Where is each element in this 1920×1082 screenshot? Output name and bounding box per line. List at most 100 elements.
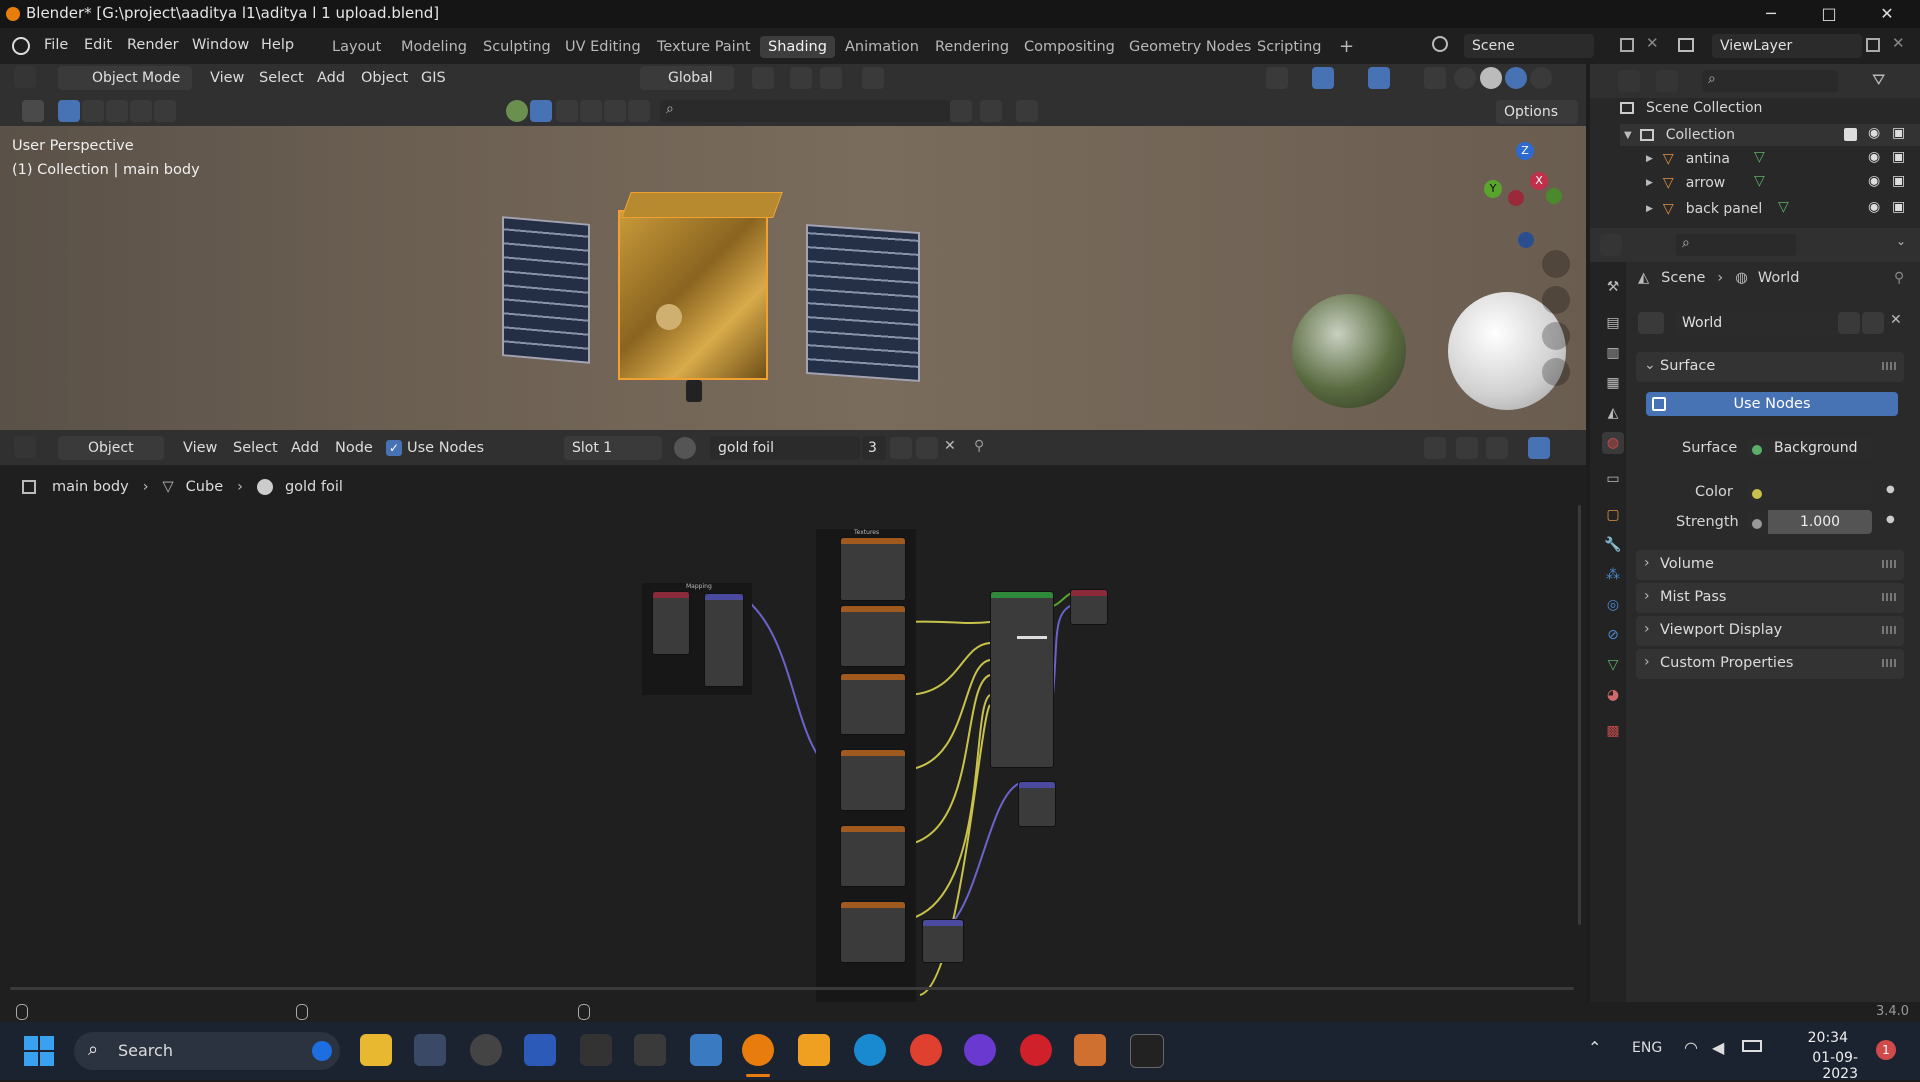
bump-node[interactable] [922,919,964,963]
keyframe-dot-icon[interactable]: ● [1886,484,1895,495]
image-texture-node[interactable] [840,825,906,887]
eye-icon[interactable]: ◉ [1868,199,1880,215]
outliner-display-mode-icon[interactable] [1656,70,1678,92]
tab-texture-paint[interactable]: Texture Paint [649,36,759,58]
app-icon[interactable] [634,1034,666,1066]
chevron-up-icon[interactable]: ⌃ [1588,1038,1601,1057]
gizmo-neg-z[interactable] [1518,232,1534,248]
menu-render[interactable]: Render [127,37,179,53]
new-view-layer-icon[interactable] [1866,38,1880,52]
parent-node-tree-icon[interactable] [1424,437,1446,459]
particles-tab-icon[interactable]: ⁂ [1602,564,1624,586]
gizmo-neg-x[interactable] [1508,190,1524,206]
pin-icon[interactable]: ⚲ [974,438,984,454]
image-texture-node[interactable] [840,749,906,811]
app-icon[interactable] [964,1034,996,1066]
node-overlays-icon[interactable] [1528,437,1550,459]
duplicate-material-icon[interactable] [916,437,938,459]
view-layer-tab-icon[interactable]: ▦ [1602,372,1624,394]
taskbar-search-box[interactable]: ⌕ Search [74,1032,340,1070]
tab-geometry-nodes[interactable]: Geometry Nodes [1121,36,1259,58]
material-browse-icon[interactable] [674,437,696,459]
surface-shader-field[interactable]: Background [1746,436,1872,460]
panel-grip-icon[interactable] [1882,593,1896,601]
world-browse-icon[interactable] [1638,312,1664,334]
select-subtract-icon[interactable] [106,100,128,122]
properties-editor-type-icon[interactable] [1600,234,1622,256]
cloud-storage-icon[interactable] [798,1034,830,1066]
object-mode-dropdown[interactable]: Object Mode [58,66,192,90]
shader-node-editor[interactable]: main body › ▽ Cube › gold foil Mapping T… [0,465,1586,1002]
object-tab-icon[interactable]: ▢ [1602,504,1624,526]
view-layer-field[interactable]: ViewLayer [1712,34,1862,58]
use-nodes-button[interactable]: Use Nodes [1646,392,1898,416]
strength-value-field[interactable]: 1.000 [1768,510,1872,534]
viewport-menu-gis[interactable]: GIS [421,66,446,90]
panel-grip-icon[interactable] [1882,626,1896,634]
ortho-grid-icon[interactable] [1542,358,1570,386]
start-windows-icon[interactable] [24,1036,54,1066]
tab-shading[interactable]: Shading [760,36,835,58]
transform-orientation-dropdown[interactable]: Global [640,66,734,90]
camera-icon[interactable]: ▣ [1892,149,1905,165]
properties-search-input[interactable]: ⌕ [1676,234,1796,256]
rendered-shading-icon[interactable] [1530,67,1552,89]
viewport-menu-view[interactable]: View [210,66,244,90]
overlays-icon[interactable] [1368,67,1390,89]
outliner-item-back-panel[interactable]: ▶ ▽ back panel ▽ ◉ ▣ [1646,198,1920,220]
volume-icon[interactable]: ◀ [1712,1038,1724,1057]
use-nodes-checkbox[interactable]: ✓ [386,440,402,456]
menu-edit[interactable]: Edit [84,37,112,53]
tab-layout[interactable]: Layout [324,36,389,58]
select-intersect-icon[interactable] [154,100,176,122]
image-texture-node[interactable] [840,537,906,601]
add-workspace-button[interactable]: + [1331,33,1362,60]
outliner-editor-type-icon[interactable] [1618,70,1640,92]
filter-camera-icon[interactable] [628,100,650,122]
pan-hand-icon[interactable] [1542,286,1570,314]
main-body-selected[interactable] [618,210,768,380]
tool-tab-icon[interactable]: ⚒ [1602,276,1624,298]
davinci-resolve-icon[interactable] [580,1034,612,1066]
image-texture-node[interactable] [840,673,906,735]
terminal-icon[interactable] [1130,1034,1164,1068]
blender-menu-icon[interactable] [12,37,30,55]
node-menu-node[interactable]: Node [335,436,373,460]
clock-time[interactable]: 20:34 [1784,1030,1848,1046]
tab-sculpting[interactable]: Sculpting [475,36,559,58]
select-new-icon[interactable] [58,100,80,122]
image-texture-node[interactable] [840,605,906,667]
filter-material-icon[interactable] [556,100,578,122]
maximize-button[interactable]: □ [1806,0,1852,28]
shader-type-dropdown[interactable]: Object [58,436,164,460]
scene-name-field[interactable]: Scene [1464,34,1594,58]
viewport-menu-add[interactable]: Add [317,66,345,90]
panel-grip-icon[interactable] [1882,560,1896,568]
eye-icon[interactable]: ◉ [1868,149,1880,165]
view-layer-icon[interactable] [1678,38,1694,52]
remove-scene-icon[interactable]: ✕ [1646,34,1659,52]
menu-help[interactable]: Help [261,37,294,53]
node-editor-type-icon[interactable] [14,436,36,458]
keyframe-dot-icon[interactable]: ● [1886,514,1895,525]
image-texture-node[interactable] [840,901,906,963]
snap-target-icon[interactable] [820,67,842,89]
options-dropdown[interactable]: Options [1496,100,1578,124]
panel-grip-icon[interactable] [1882,362,1896,370]
select-tool-icon[interactable] [22,100,44,122]
notification-badge[interactable]: 1 [1876,1040,1896,1060]
vertical-scrollbar[interactable] [1578,505,1581,925]
output-tab-icon[interactable]: ▥ [1602,342,1624,364]
physics-tab-icon[interactable]: ◎ [1602,594,1624,616]
mist-pass-panel-header[interactable]: › Mist Pass [1636,583,1904,613]
filter-mesh-icon[interactable] [530,100,552,122]
remove-view-layer-icon[interactable]: ✕ [1892,34,1905,52]
wifi-icon[interactable]: ◠ [1684,1038,1698,1057]
menu-file[interactable]: File [44,37,68,53]
eye-icon[interactable]: ◉ [1868,173,1880,189]
outliner-item-antina[interactable]: ▶ ▽ antina ▽ ◉ ▣ [1646,148,1920,170]
unlink-world-icon[interactable]: ✕ [1890,312,1902,328]
camera-icon[interactable]: ▣ [1892,199,1905,215]
new-world-icon[interactable] [1862,312,1884,334]
node-menu-add[interactable]: Add [291,436,319,460]
